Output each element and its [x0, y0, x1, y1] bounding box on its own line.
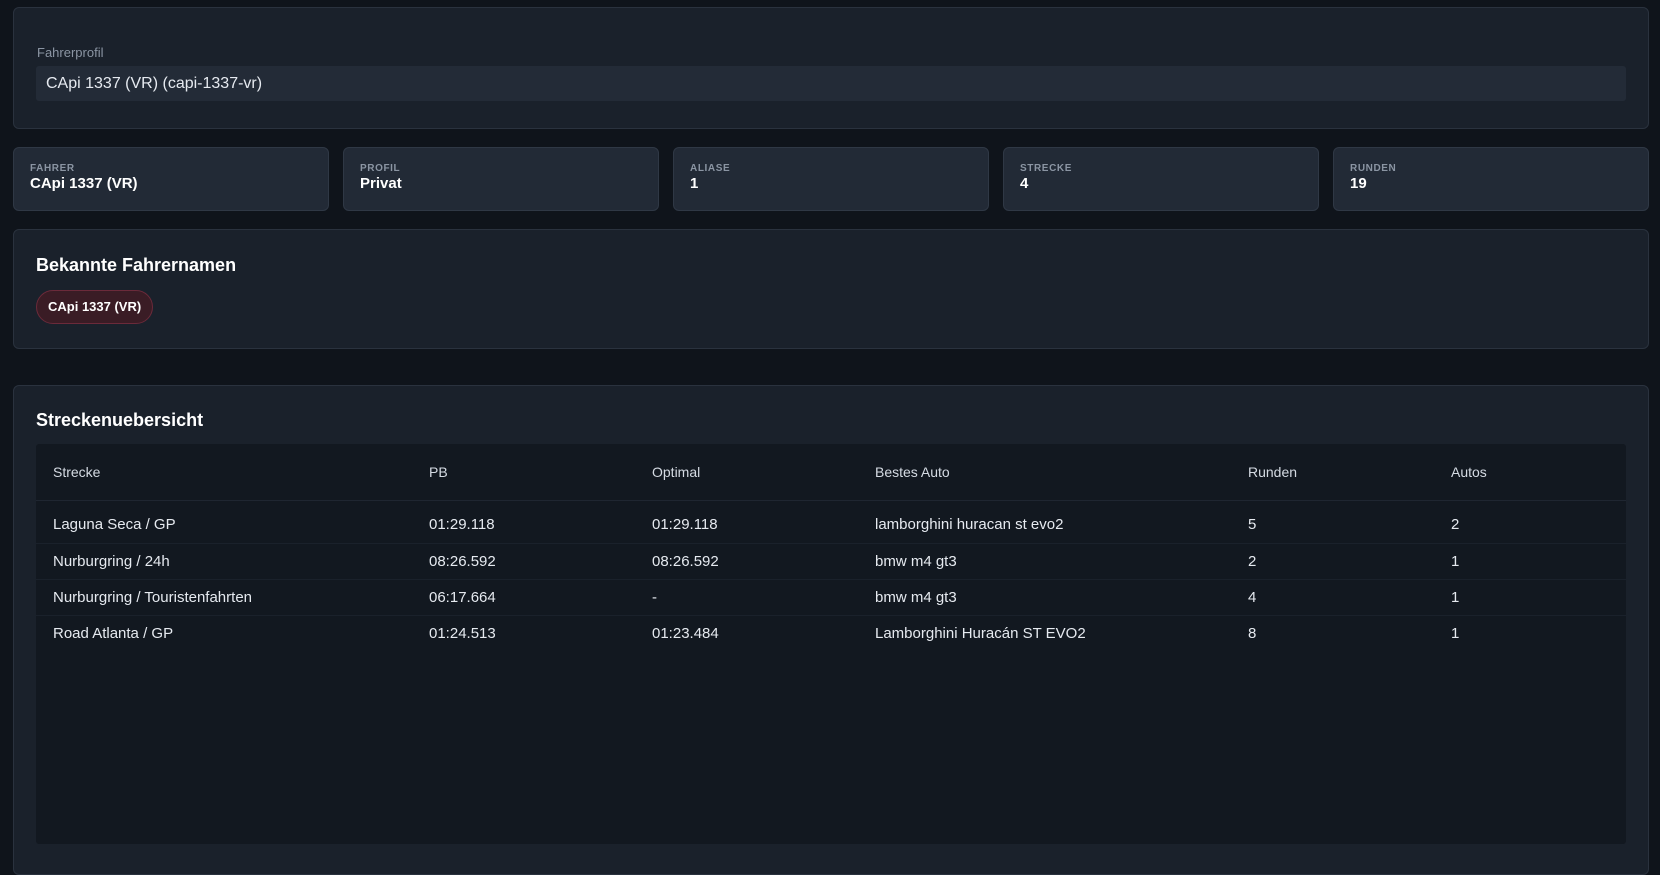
stat-value: 4: [1020, 175, 1029, 192]
profile-select[interactable]: CApi 1337 (VR) (capi-1337-vr): [36, 66, 1626, 101]
profile-panel: Fahrerprofil CApi 1337 (VR) (capi-1337-v…: [13, 7, 1649, 129]
stat-card-strecke: STRECKE 4: [1003, 147, 1319, 211]
cell-pb: 06:17.664: [412, 579, 635, 616]
cell-bestes-auto: bmw m4 gt3: [858, 579, 1231, 616]
table-row[interactable]: Laguna Seca / GP 01:29.118 01:29.118 lam…: [36, 500, 1626, 544]
cell-autos: 1: [1434, 543, 1626, 580]
aliases-panel: Bekannte Fahrernamen CApi 1337 (VR): [13, 229, 1649, 349]
stat-label: STRECKE: [1020, 163, 1072, 174]
column-header-runden: Runden: [1231, 444, 1434, 501]
cell-pb: 01:29.118: [412, 500, 635, 544]
cell-runden: 8: [1248, 625, 1257, 642]
stat-card-fahrer: FAHRER CApi 1337 (VR): [13, 147, 329, 211]
column-header-bestes-auto: Bestes Auto: [858, 444, 1231, 501]
cell-strecke: Nurburgring / 24h: [36, 543, 412, 580]
cell-bestes-auto: lamborghini huracan st evo2: [858, 500, 1231, 544]
cell-optimal: 01:29.118: [635, 500, 858, 544]
column-header-autos: Autos: [1434, 444, 1626, 501]
stat-value: 19: [1350, 175, 1367, 192]
cell-optimal: 01:23.484: [652, 625, 719, 642]
stat-value: CApi 1337 (VR): [30, 175, 138, 192]
stat-value: 1: [690, 175, 699, 192]
stat-value: Privat: [360, 175, 402, 192]
tracks-title: Streckenuebersicht: [36, 410, 204, 430]
aliases-title: Bekannte Fahrernamen: [36, 255, 237, 275]
cell-strecke: Road Atlanta / GP: [53, 625, 174, 642]
cell-bestes-auto: bmw m4 gt3: [858, 543, 1231, 580]
column-header-pb: PB: [412, 444, 635, 501]
cell-autos: 2: [1434, 500, 1626, 544]
tracks-panel: Streckenuebersicht Strecke PB Optimal Be…: [13, 385, 1649, 875]
profile-label: Fahrerprofil: [37, 45, 104, 60]
alias-chip: CApi 1337 (VR): [36, 290, 154, 324]
cell-strecke: Laguna Seca / GP: [36, 500, 412, 544]
stat-card-profil: PROFIL Privat: [343, 147, 659, 211]
stat-card-aliase: ALIASE 1: [673, 147, 989, 211]
cell-optimal: 08:26.592: [635, 543, 858, 580]
stat-label: ALIASE: [690, 163, 731, 174]
tracks-table: Strecke PB Optimal Bestes Auto Runden Au…: [36, 444, 1626, 844]
column-header-strecke: Strecke: [36, 444, 412, 501]
table-header-row: Strecke PB Optimal Bestes Auto Runden Au…: [36, 444, 1626, 501]
cell-runden: 5: [1231, 500, 1434, 544]
cell-optimal: -: [635, 579, 858, 616]
stat-label: PROFIL: [360, 163, 401, 174]
cell-pb: 08:26.592: [412, 543, 635, 580]
stat-label: RUNDEN: [1350, 163, 1397, 174]
column-header-optimal: Optimal: [635, 444, 858, 501]
cell-autos: 1: [1434, 579, 1626, 616]
cell-strecke: Nurburgring / Touristenfahrten: [36, 579, 412, 616]
cell-autos: 1: [1451, 625, 1460, 642]
cell-pb: 01:24.513: [429, 625, 496, 642]
cell-bestes-auto: Lamborghini Huracán ST EVO2: [875, 625, 1086, 642]
stat-label: FAHRER: [30, 163, 75, 174]
cell-runden: 4: [1231, 579, 1434, 616]
cell-runden: 2: [1231, 543, 1434, 580]
stat-card-runden: RUNDEN 19: [1333, 147, 1649, 211]
table-row[interactable]: Nurburgring / 24h 08:26.592 08:26.592 bm…: [36, 543, 1626, 580]
table-row[interactable]: Nurburgring / Touristenfahrten 06:17.664…: [36, 579, 1626, 616]
table-row[interactable]: Road Atlanta / GP 01:24.513 01:23.484 La…: [36, 616, 1626, 652]
